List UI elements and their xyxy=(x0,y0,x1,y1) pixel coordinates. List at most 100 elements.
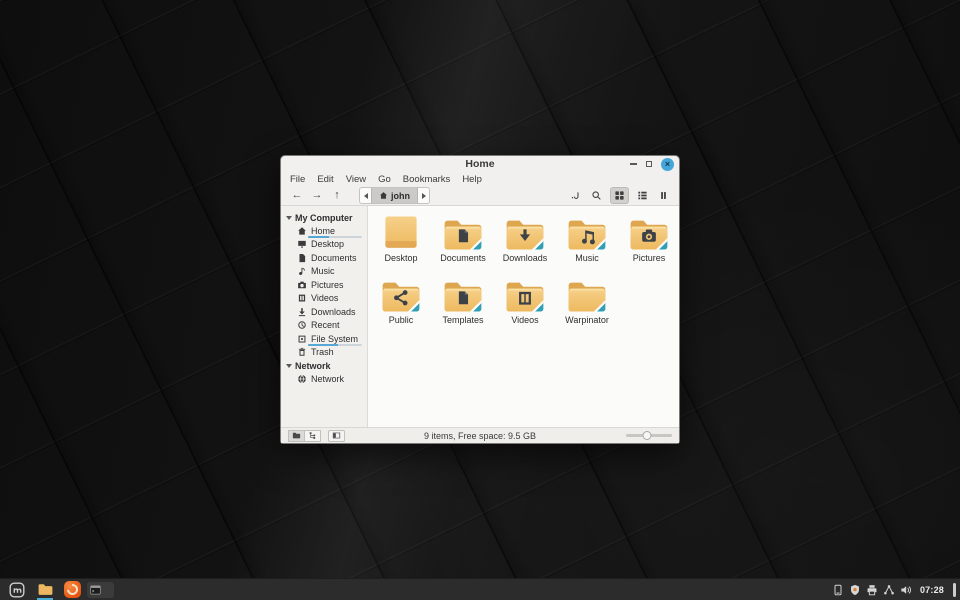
sidebar-item-icon xyxy=(297,226,307,236)
close-button[interactable]: × xyxy=(661,157,674,171)
compact-view-icon xyxy=(658,190,669,201)
folder-icon xyxy=(503,215,547,252)
expander-icon[interactable] xyxy=(286,363,292,368)
grid-view-icon xyxy=(614,190,625,201)
taskbar: 07:28 xyxy=(0,578,960,600)
file-view[interactable]: Desktop Documents Downloads Music Pictur… xyxy=(368,206,679,427)
search-button[interactable] xyxy=(589,188,604,203)
Templates[interactable]: Templates xyxy=(432,273,494,335)
sidebar-item-videos[interactable]: Videos xyxy=(281,292,367,306)
icon-view-button[interactable] xyxy=(610,187,629,204)
sidebar-section-my-computer[interactable]: My Computer xyxy=(281,211,367,224)
emblem-icon xyxy=(519,292,531,305)
Music[interactable]: Music xyxy=(556,211,618,273)
menu-item[interactable]: Edit xyxy=(311,174,339,185)
folder-icon xyxy=(441,277,485,314)
file-name-label: Videos xyxy=(511,315,539,325)
sidebar-item-filesystem[interactable]: File System xyxy=(281,332,367,346)
clock[interactable]: 07:28 xyxy=(920,585,944,595)
folder-icon xyxy=(379,277,423,314)
maximize-button[interactable] xyxy=(646,161,652,167)
list-view-button[interactable] xyxy=(635,188,650,203)
file-name-label: Templates xyxy=(442,315,484,325)
compact-view-button[interactable] xyxy=(656,188,671,203)
forward-button[interactable]: → xyxy=(309,189,325,203)
edit-location-icon xyxy=(570,190,581,201)
expander-icon[interactable] xyxy=(286,215,292,220)
up-button[interactable]: ↑ xyxy=(329,189,345,203)
show-desktop-button[interactable] xyxy=(953,582,956,597)
status-text: 9 items, Free space: 9.5 GB xyxy=(423,430,537,441)
firefox-launcher[interactable] xyxy=(60,579,84,600)
sidebar-item-network[interactable]: Network xyxy=(281,372,367,386)
terminal-window-button[interactable] xyxy=(87,581,114,598)
back-button[interactable]: ← xyxy=(289,189,305,203)
menu-item[interactable]: Go xyxy=(372,174,397,185)
path-scroll-left-icon[interactable] xyxy=(360,188,371,203)
sidebar-item-downloads[interactable]: Downloads xyxy=(281,305,367,319)
Warpinator[interactable]: Warpinator xyxy=(556,273,618,335)
zoom-slider[interactable] xyxy=(626,431,672,440)
folder-icon xyxy=(565,215,609,252)
emblem-icon xyxy=(459,229,468,242)
sidebar-item-icon xyxy=(297,280,307,290)
folder-icon xyxy=(627,215,671,252)
menu-item[interactable]: File xyxy=(284,174,311,185)
file-name-label: Desktop xyxy=(384,253,418,263)
sidebar-item-pictures[interactable]: Pictures xyxy=(281,278,367,292)
volume-tray-icon[interactable] xyxy=(900,584,912,596)
Downloads[interactable]: Downloads xyxy=(494,211,556,273)
path-segment-home[interactable]: john xyxy=(371,188,418,203)
update-shield-tray-icon[interactable] xyxy=(849,584,861,596)
terminal-icon xyxy=(90,585,101,595)
emblem-icon xyxy=(459,291,468,304)
minimize-button[interactable] xyxy=(630,163,637,165)
path-bar: john xyxy=(359,187,430,204)
folder-icon xyxy=(379,215,423,252)
Desktop[interactable]: Desktop xyxy=(370,211,432,273)
edit-location-button[interactable] xyxy=(568,188,583,203)
Documents[interactable]: Documents xyxy=(432,211,494,273)
file-name-label: Downloads xyxy=(502,253,548,263)
menu-item[interactable]: Bookmarks xyxy=(397,174,457,185)
search-icon xyxy=(591,190,602,201)
mint-menu-button[interactable] xyxy=(4,579,30,600)
file-manager-window: Home × File Edit View Go Bookmarks Help ← → ↑… xyxy=(280,155,680,444)
folder-icon xyxy=(503,277,547,314)
sidebar-item-icon xyxy=(297,334,307,344)
sidebar-item-icon xyxy=(297,293,307,303)
sidebar-item-icon xyxy=(297,307,307,317)
Public[interactable]: Public xyxy=(370,273,432,335)
desktop-screen: Home × File Edit View Go Bookmarks Help ← → ↑… xyxy=(0,0,960,600)
toolbar-right-group xyxy=(568,187,671,204)
sidebar-item-documents[interactable]: Documents xyxy=(281,251,367,265)
menu-item[interactable]: Help xyxy=(456,174,488,185)
network-tray-icon[interactable] xyxy=(883,584,895,596)
sidebar-item-icon xyxy=(297,239,307,249)
mint-logo-icon xyxy=(9,582,25,598)
sidebar-item-recent[interactable]: Recent xyxy=(281,319,367,333)
window-titlebar[interactable]: Home × xyxy=(281,156,679,172)
Videos[interactable]: Videos xyxy=(494,273,556,335)
menu-item[interactable]: View xyxy=(340,174,372,185)
sidebar-item-desktop[interactable]: Desktop xyxy=(281,238,367,252)
file-grid: Desktop Documents Downloads Music Pictur… xyxy=(368,206,679,335)
file-manager-launcher[interactable] xyxy=(33,579,57,600)
sidebar-item-icon xyxy=(297,347,307,357)
list-view-icon xyxy=(637,190,648,201)
sidebar-item-trash[interactable]: Trash xyxy=(281,346,367,360)
file-name-label: Documents xyxy=(440,253,486,263)
sidebar-item-icon xyxy=(297,374,307,384)
report-tray-icon[interactable] xyxy=(832,584,844,596)
sidebar-section-network[interactable]: Network xyxy=(281,359,367,372)
sidebar-item-music[interactable]: Music xyxy=(281,265,367,279)
file-name-label: Warpinator xyxy=(565,315,609,325)
zoom-slider-handle[interactable] xyxy=(642,431,652,440)
Pictures[interactable]: Pictures xyxy=(618,211,680,273)
system-tray: 07:28 xyxy=(832,582,956,597)
printer-tray-icon[interactable] xyxy=(866,584,878,596)
statusbar: 9 items, Free space: 9.5 GB xyxy=(281,427,679,443)
path-scroll-right-icon[interactable] xyxy=(418,188,429,203)
firefox-icon xyxy=(63,581,81,598)
sidebar-item-home[interactable]: Home xyxy=(281,224,367,238)
